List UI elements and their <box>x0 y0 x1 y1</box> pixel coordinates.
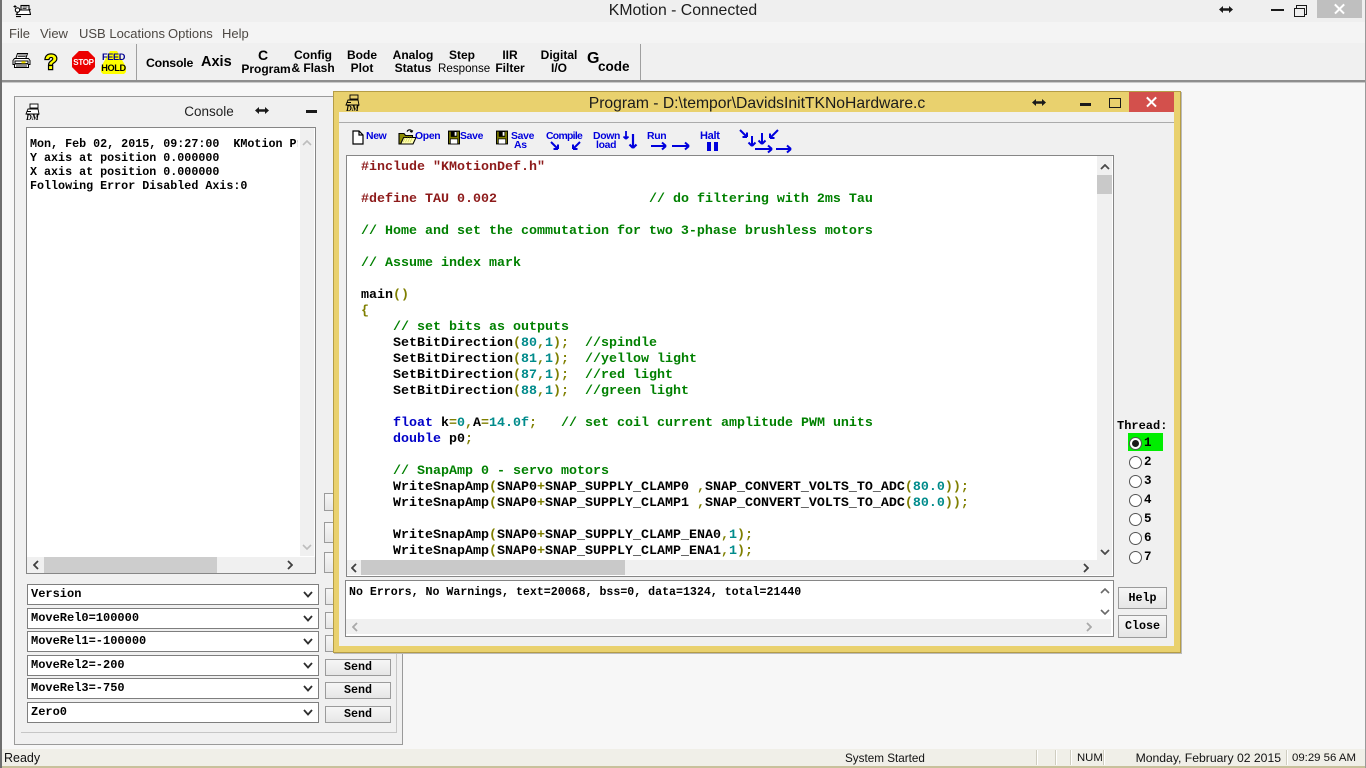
svg-text:?: ? <box>45 51 58 74</box>
svg-text:DM: DM <box>345 104 360 112</box>
svg-text:DM: DM <box>25 113 40 121</box>
